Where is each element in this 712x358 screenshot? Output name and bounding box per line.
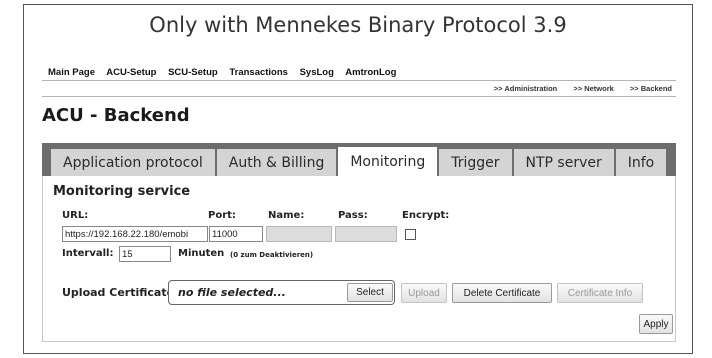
figure-frame: Only with Mennekes Binary Protocol 3.9 M…: [23, 4, 693, 354]
url-label: URL:: [62, 210, 89, 221]
nav-syslog[interactable]: SysLog: [300, 67, 334, 78]
interval-input[interactable]: [119, 246, 171, 262]
breadcrumb-network[interactable]: >> Network: [573, 84, 613, 93]
certificate-info-button[interactable]: Certificate Info: [557, 283, 643, 303]
section-title: Monitoring service: [53, 184, 191, 199]
tab-auth-billing[interactable]: Auth & Billing: [216, 149, 337, 176]
interval-label: Intervall:: [62, 248, 114, 259]
nav-main-page[interactable]: Main Page: [48, 67, 95, 78]
monitoring-panel: Monitoring service URL: Port: Name: Pass…: [42, 176, 676, 342]
port-label: Port:: [208, 210, 236, 221]
nav-acu-setup[interactable]: ACU-Setup: [106, 67, 156, 78]
minutes-hint: (0 zum Deaktivieren): [230, 251, 314, 259]
nav-transactions[interactable]: Transactions: [229, 67, 288, 78]
name-input[interactable]: [266, 226, 332, 242]
nav-scu-setup[interactable]: SCU-Setup: [168, 67, 218, 78]
file-status-text: no file selected...: [178, 286, 286, 299]
port-input[interactable]: [209, 226, 263, 242]
upload-certificate-label: Upload Certificate:: [62, 286, 179, 299]
tab-bar: Application protocol Auth & Billing Moni…: [42, 143, 676, 176]
nav-amtronlog[interactable]: AmtronLog: [345, 67, 396, 78]
select-button[interactable]: Select: [347, 283, 393, 302]
breadcrumb-divider: [42, 96, 676, 97]
breadcrumb-administration[interactable]: >> Administration: [494, 84, 557, 93]
figure-caption: Only with Mennekes Binary Protocol 3.9: [149, 13, 567, 37]
nav-divider: [42, 80, 676, 81]
breadcrumb-backend[interactable]: >> Backend: [630, 84, 672, 93]
tab-info[interactable]: Info: [615, 149, 667, 176]
upload-button[interactable]: Upload: [401, 283, 447, 303]
page-title: ACU - Backend: [42, 105, 190, 126]
pass-input[interactable]: [335, 226, 397, 242]
tab-ntp-server[interactable]: NTP server: [513, 149, 614, 176]
apply-button[interactable]: Apply: [639, 314, 673, 334]
url-input[interactable]: [62, 226, 208, 242]
encrypt-checkbox[interactable]: [405, 229, 416, 240]
encrypt-label: Encrypt:: [402, 210, 450, 221]
minutes-label: Minuten: [178, 248, 225, 259]
breadcrumb: >> Administration >> Network >> Backend: [480, 84, 672, 93]
pass-label: Pass:: [338, 210, 368, 221]
tab-trigger[interactable]: Trigger: [439, 149, 512, 176]
tab-monitoring[interactable]: Monitoring: [338, 147, 438, 176]
file-selector[interactable]: no file selected... Select: [168, 280, 395, 305]
top-navigation: Main Page ACU-Setup SCU-Setup Transactio…: [48, 67, 405, 78]
tab-application-protocol[interactable]: Application protocol: [51, 149, 215, 176]
name-label: Name:: [268, 210, 305, 221]
delete-certificate-button[interactable]: Delete Certificate: [452, 283, 552, 303]
